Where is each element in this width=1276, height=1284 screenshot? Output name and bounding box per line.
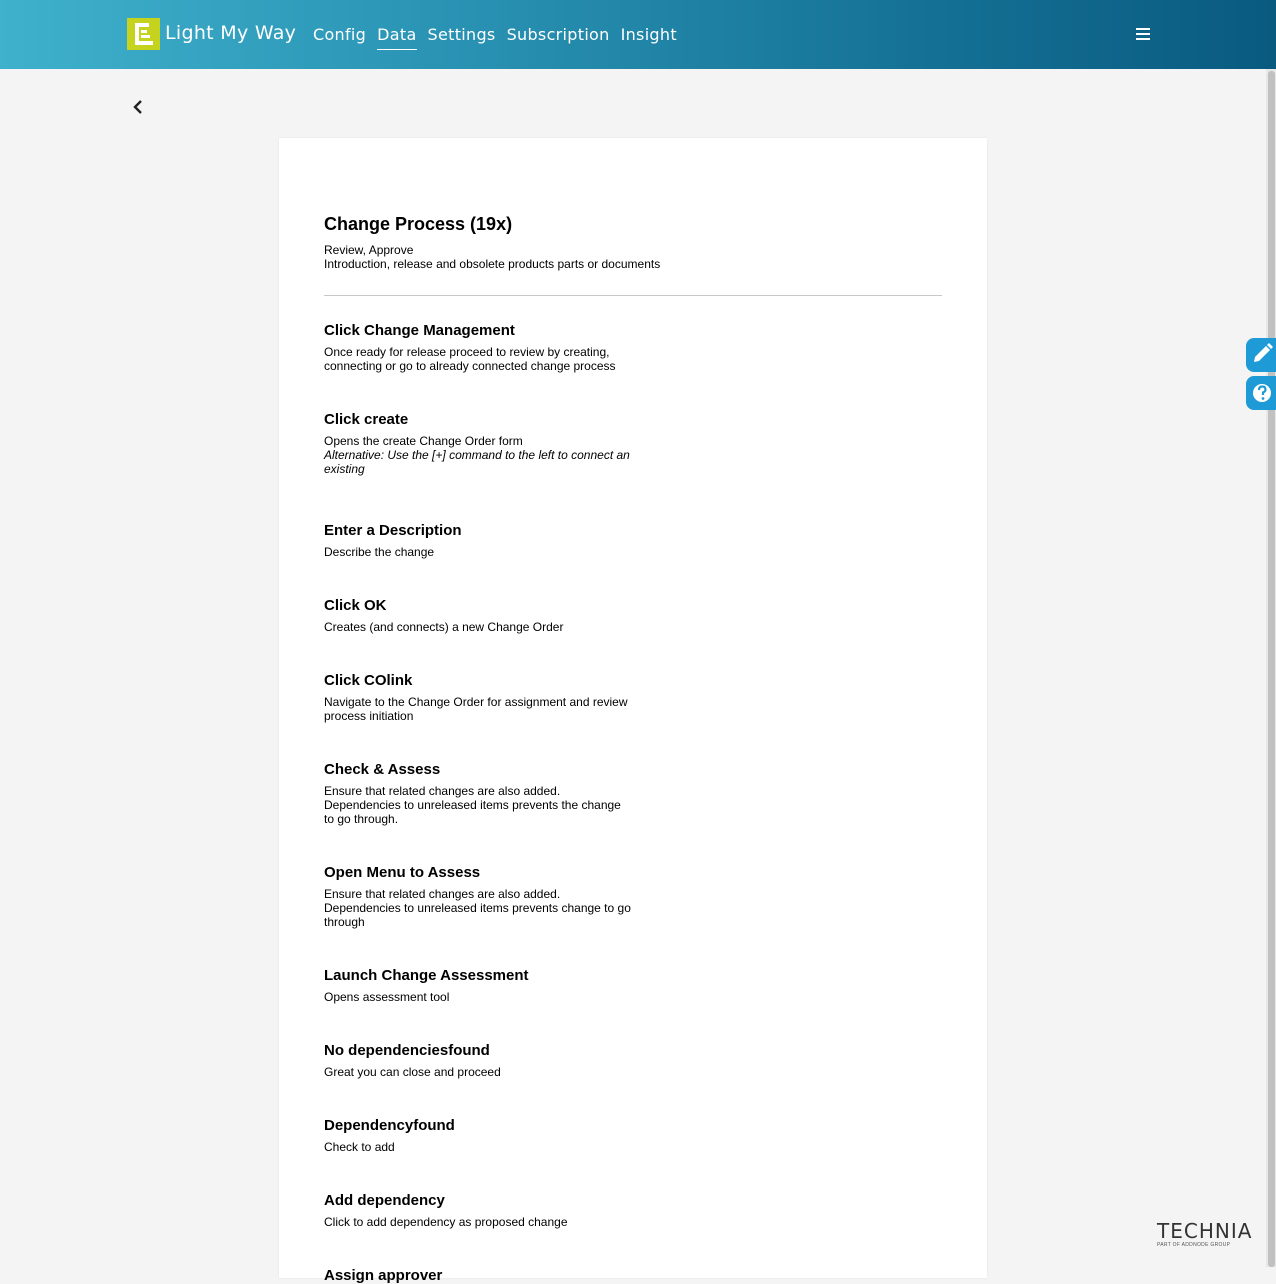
hamburger-icon[interactable] xyxy=(1136,28,1150,40)
back-arrow-icon[interactable] xyxy=(131,99,145,115)
edit-button[interactable] xyxy=(1246,338,1276,372)
pencil-icon xyxy=(1254,343,1273,362)
step-title: Click OK xyxy=(324,597,387,614)
step-title: Launch Change Assessment xyxy=(324,967,529,984)
step-description: Opens assessment tool xyxy=(324,990,644,1004)
process-subtitle: Review, Approve Introduction, release an… xyxy=(324,243,660,271)
nav-insight[interactable]: Insight xyxy=(621,25,677,50)
step-description-line: Click to add dependency as proposed chan… xyxy=(324,1215,568,1229)
step-description: Once ready for release proceed to review… xyxy=(324,345,644,373)
step-title: Check & Assess xyxy=(324,761,441,778)
step-description-line: Dependencies to unreleased items prevent… xyxy=(324,901,631,915)
step-description-line: Opens assessment tool xyxy=(324,990,450,1004)
step-description-line: Ensure that related changes are also add… xyxy=(324,784,561,798)
step-description: Ensure that related changes are also add… xyxy=(324,784,644,826)
step-alternative-line: Alternative: Use the [+] command to the … xyxy=(324,448,630,462)
nav-config[interactable]: Config xyxy=(313,25,366,50)
step-item: No dependenciesfound Great you can close … xyxy=(324,1042,644,1079)
main-nav: Config Data Settings Subscription Insigh… xyxy=(313,25,688,50)
step-title: Add dependency xyxy=(324,1192,445,1209)
step-description: Great you can close and proceed xyxy=(324,1065,644,1079)
footer-brand: TECHNIA xyxy=(1157,1219,1253,1243)
step-description: Check to add xyxy=(324,1140,644,1154)
step-item: Click OK Creates (and connects) a new Cha… xyxy=(324,597,644,634)
step-title: Click COlink xyxy=(324,672,413,689)
step-description: Click to add dependency as proposed chan… xyxy=(324,1215,644,1229)
step-description-line: Describe the change xyxy=(324,545,435,559)
step-description: Ensure that related changes are also add… xyxy=(324,887,644,929)
step-item: Assign approver xyxy=(324,1267,644,1284)
step-description-line: Check to add xyxy=(324,1140,395,1154)
step-title: Open Menu to Assess xyxy=(324,864,481,881)
step-alternative-line: existing xyxy=(324,462,365,476)
subtitle-line: Review, Approve xyxy=(324,243,414,257)
step-item: Launch Change Assessment Opens assessment… xyxy=(324,967,644,1004)
step-description-line: Dependencies to unreleased items prevent… xyxy=(324,798,621,812)
step-description-line: Ensure that related changes are also add… xyxy=(324,887,561,901)
step-item: Open Menu to Assess Ensure that related c… xyxy=(324,864,644,929)
divider xyxy=(324,295,942,296)
scrollbar-thumb[interactable] xyxy=(1268,71,1275,1267)
step-description-line: through xyxy=(324,915,365,929)
step-alternative: Alternative: Use the [+] command to the … xyxy=(324,448,644,476)
step-title: Assign approver xyxy=(324,1267,443,1284)
top-nav-bar: Light My Way Config Data Settings Subscr… xyxy=(0,0,1276,69)
step-item: Click create Opens the create Change Orde… xyxy=(324,411,644,476)
step-description-line: Opens the create Change Order form xyxy=(324,434,523,448)
help-button[interactable] xyxy=(1246,376,1276,410)
process-card: Change Process (19x) Review, Approve Int… xyxy=(279,138,987,1284)
step-list: Click Change Management Once ready for re… xyxy=(324,322,644,1284)
step-description-line: Navigate to the Change Order for assignm… xyxy=(324,695,628,709)
page-title: Change Process (19x) xyxy=(324,214,513,234)
step-description: Opens the create Change Order form xyxy=(324,434,644,448)
step-description: Navigate to the Change Order for assignm… xyxy=(324,695,644,723)
step-item: Enter a Description Describe the change xyxy=(324,522,644,559)
technia-logo: TECHNIA PART OF ADDNODE GROUP xyxy=(1157,1221,1252,1248)
nav-settings[interactable]: Settings xyxy=(428,25,496,50)
nav-subscription[interactable]: Subscription xyxy=(507,25,610,50)
app-logo-icon[interactable] xyxy=(127,18,160,50)
step-description-line: Creates (and connects) a new Change Orde… xyxy=(324,620,564,634)
step-title: Dependencyfound xyxy=(324,1117,455,1134)
step-title: Click create xyxy=(324,411,409,428)
step-item: Add dependency Click to add dependency as… xyxy=(324,1192,644,1229)
step-description-line: process initiation xyxy=(324,709,414,723)
step-description-line: Great you can close and proceed xyxy=(324,1065,501,1079)
subtitle-line: Introduction, release and obsolete produ… xyxy=(324,257,661,271)
step-description-line: Once ready for release proceed to review… xyxy=(324,345,610,359)
question-icon xyxy=(1253,384,1271,402)
step-item: Click COlink Navigate to the Change Order… xyxy=(324,672,644,723)
step-item: Click Change Management Once ready for re… xyxy=(324,322,644,373)
step-item: Dependencyfound Check to add xyxy=(324,1117,644,1154)
step-item: Check & Assess Ensure that related change… xyxy=(324,761,644,826)
step-title: No dependenciesfound xyxy=(324,1042,490,1059)
step-title: Enter a Description xyxy=(324,522,462,539)
step-description: Describe the change xyxy=(324,545,644,559)
nav-data[interactable]: Data xyxy=(377,25,417,50)
app-name: Light My Way xyxy=(165,22,297,44)
step-description: Creates (and connects) a new Change Orde… xyxy=(324,620,644,634)
step-title: Click Change Management xyxy=(324,322,515,339)
step-description-line: connecting or go to already connected ch… xyxy=(324,359,616,373)
step-description-line: to go through. xyxy=(324,812,399,826)
